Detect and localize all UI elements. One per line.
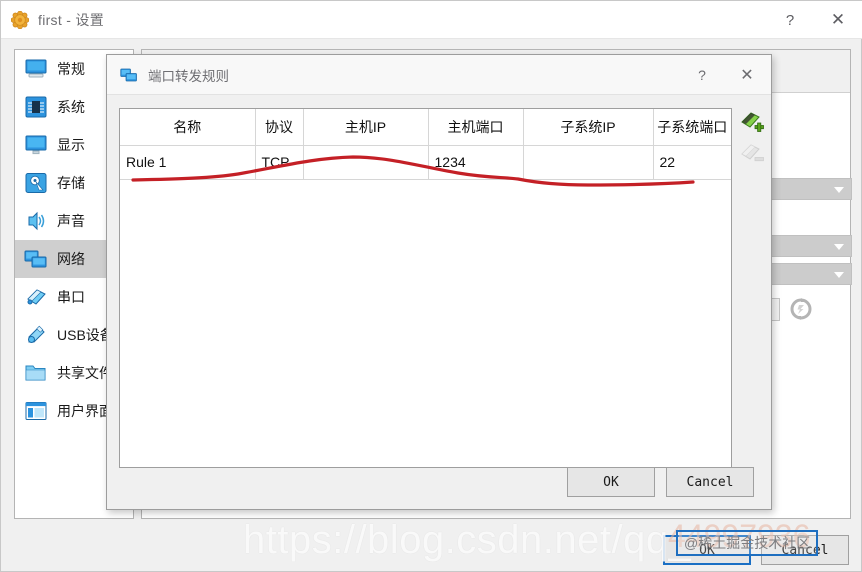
table-header-row: 名称 协议 主机IP 主机端口 子系统IP 子系统端口	[120, 109, 731, 146]
cell-host-port[interactable]: 1234	[428, 145, 524, 180]
close-button[interactable]: ✕	[813, 1, 862, 39]
chevron-down-icon	[834, 244, 844, 250]
help-button[interactable]: ?	[767, 1, 813, 39]
titlebar-divider	[1, 38, 862, 39]
monitor-display-icon	[23, 133, 49, 157]
sidebar-item-label: 网络	[57, 251, 85, 267]
sidebar-item-label: 声音	[57, 213, 85, 229]
column-header-protocol[interactable]: 协议	[255, 109, 304, 146]
cell-guest-ip[interactable]	[523, 145, 654, 180]
column-header-host-ip[interactable]: 主机IP	[303, 109, 429, 146]
main-window-title: first - 设置	[38, 12, 104, 28]
chevron-down-icon	[834, 187, 844, 193]
chip-system-icon	[23, 95, 49, 119]
monitor-general-icon	[23, 57, 49, 81]
remove-rule-icon	[739, 142, 765, 168]
cell-name[interactable]: Rule 1	[120, 145, 256, 180]
folder-shared-icon	[23, 361, 49, 385]
dialog-close-button[interactable]: ✕	[723, 55, 771, 95]
main-window-controls: ? ✕	[767, 1, 862, 39]
main-titlebar: first - 设置 ? ✕	[1, 1, 862, 39]
screenshot-root: first - 设置 ? ✕ 常规 系统 显示 存储 声音 网络 串口 USB设…	[0, 0, 862, 572]
dialog-ok-button[interactable]: OK	[567, 467, 655, 497]
cell-protocol[interactable]: TCP	[255, 145, 304, 180]
network-dialog-icon	[119, 66, 139, 84]
main-cancel-button[interactable]: Cancel	[761, 535, 849, 565]
virtualbox-settings-icon	[10, 10, 30, 30]
port-forwarding-dialog: 端口转发规则 ? ✕ 名称 协议 主机IP 主机端口 子系统IP 子系统端口 R…	[106, 54, 772, 510]
column-header-name[interactable]: 名称	[120, 109, 256, 146]
chevron-down-icon	[834, 272, 844, 278]
rules-table: 名称 协议 主机IP 主机端口 子系统IP 子系统端口 Rule 1 TCP 1…	[120, 109, 731, 180]
sidebar-item-label: 显示	[57, 137, 85, 153]
serial-port-icon	[23, 285, 49, 309]
usb-icon	[23, 323, 49, 347]
main-ok-button[interactable]: OK	[663, 535, 751, 565]
rules-toolbar	[739, 110, 765, 174]
main-dialog-buttons: OK Cancel	[663, 535, 849, 565]
dialog-title: 端口转发规则	[148, 68, 229, 84]
dialog-help-button[interactable]: ?	[681, 55, 723, 95]
sidebar-item-label: 系统	[57, 99, 85, 115]
cell-host-ip[interactable]	[303, 145, 429, 180]
dialog-titlebar: 端口转发规则 ? ✕	[107, 55, 771, 95]
column-header-host-port[interactable]: 主机端口	[428, 109, 524, 146]
speaker-audio-icon	[23, 209, 49, 233]
sidebar-item-label: 串口	[57, 289, 85, 305]
column-header-guest-port[interactable]: 子系统端口	[653, 109, 731, 146]
refresh-mac-icon[interactable]	[788, 296, 814, 322]
column-header-guest-ip[interactable]: 子系统IP	[523, 109, 654, 146]
sidebar-item-label: 存储	[57, 175, 85, 191]
rules-table-container[interactable]: 名称 协议 主机IP 主机端口 子系统IP 子系统端口 Rule 1 TCP 1…	[119, 108, 732, 468]
table-row[interactable]: Rule 1 TCP 1234 22	[120, 145, 731, 180]
sidebar-item-label: 用户界面	[57, 403, 113, 419]
sidebar-item-label: 常规	[57, 61, 85, 77]
network-icon	[23, 247, 49, 271]
dialog-window-controls: ? ✕	[681, 55, 771, 95]
add-rule-icon[interactable]	[739, 110, 765, 136]
cell-guest-port[interactable]: 22	[653, 145, 731, 180]
user-interface-icon	[23, 399, 49, 423]
dialog-buttons: OK Cancel	[567, 467, 754, 497]
dialog-cancel-button[interactable]: Cancel	[666, 467, 754, 497]
harddisk-storage-icon	[23, 171, 49, 195]
